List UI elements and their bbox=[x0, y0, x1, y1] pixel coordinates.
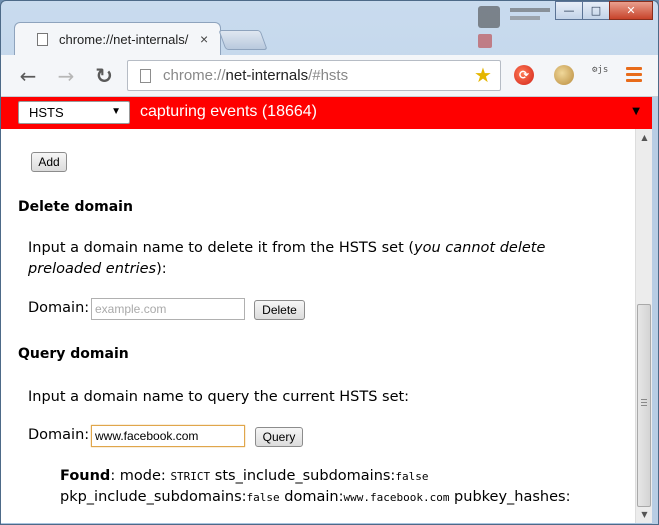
delete-button[interactable]: Delete bbox=[254, 300, 305, 320]
new-tab-button[interactable] bbox=[218, 30, 268, 50]
tab-title: chrome://net-internals/ bbox=[59, 32, 189, 47]
page-icon bbox=[140, 69, 151, 83]
close-window-button[interactable]: ✕ bbox=[609, 1, 653, 20]
arrow-left-icon[interactable]: ← bbox=[15, 63, 41, 89]
toolbar: ← → ↻ chrome://net-internals/#hsts ★ ⟳ ⚙… bbox=[1, 55, 658, 97]
arrow-right-icon[interactable]: → bbox=[53, 63, 79, 89]
tab-net-internals[interactable]: chrome://net-internals/ × bbox=[14, 22, 221, 56]
query-domain-heading: Query domain bbox=[18, 346, 129, 362]
page-icon bbox=[37, 33, 48, 46]
query-result: Found: mode: STRICT sts_include_subdomai… bbox=[60, 468, 571, 505]
js-extension-icon[interactable]: ⚙js bbox=[592, 65, 612, 85]
query-button[interactable]: Query bbox=[255, 427, 303, 447]
add-button[interactable]: Add bbox=[31, 152, 67, 172]
reload-icon[interactable]: ↻ bbox=[91, 63, 117, 89]
red-extension-icon[interactable]: ⟳ bbox=[514, 65, 534, 85]
query-domain-input[interactable]: www.facebook.com bbox=[91, 425, 245, 447]
window-controls: — □ ✕ bbox=[555, 1, 653, 20]
delete-domain-intro: Input a domain name to delete it from th… bbox=[28, 240, 546, 277]
scroll-up-icon[interactable]: ▲ bbox=[636, 129, 653, 146]
url-text: chrome://net-internals/#hsts bbox=[163, 67, 349, 84]
address-bar[interactable]: chrome://net-internals/#hsts ★ bbox=[127, 60, 501, 91]
minimize-button[interactable]: — bbox=[555, 1, 583, 20]
tab-close-icon[interactable]: × bbox=[200, 31, 208, 47]
scrollbar-thumb[interactable] bbox=[637, 304, 651, 507]
star-icon[interactable]: ★ bbox=[474, 63, 492, 87]
delete-domain-input[interactable]: example.com bbox=[91, 298, 245, 320]
capture-status-text: capturing events (18664) bbox=[140, 103, 317, 120]
window-border bbox=[652, 97, 658, 524]
background-window-thumbnail bbox=[470, 0, 555, 50]
status-dropdown-arrow-icon[interactable]: ▼ bbox=[632, 106, 640, 117]
query-domain-label: Domain: bbox=[28, 427, 90, 443]
page-content: ​ Add Delete domain Input a domain name … bbox=[1, 129, 635, 523]
dropdown-arrow-icon: ▼ bbox=[111, 106, 121, 117]
capture-status-bar: HSTS ▼ capturing events (18664) ▼ bbox=[1, 97, 658, 129]
maximize-button[interactable]: □ bbox=[582, 1, 610, 20]
grip-icon bbox=[641, 399, 647, 408]
delete-domain-label: Domain: bbox=[28, 300, 90, 316]
cookie-extension-icon[interactable] bbox=[554, 65, 574, 85]
delete-domain-heading: Delete domain bbox=[18, 199, 133, 215]
vertical-scrollbar[interactable]: ▲ ▼ bbox=[635, 129, 652, 523]
hamburger-menu-icon[interactable] bbox=[626, 67, 642, 85]
scroll-down-icon[interactable]: ▼ bbox=[636, 506, 653, 523]
view-select[interactable]: HSTS ▼ bbox=[18, 101, 130, 124]
query-domain-intro: Input a domain name to query the current… bbox=[28, 389, 410, 405]
